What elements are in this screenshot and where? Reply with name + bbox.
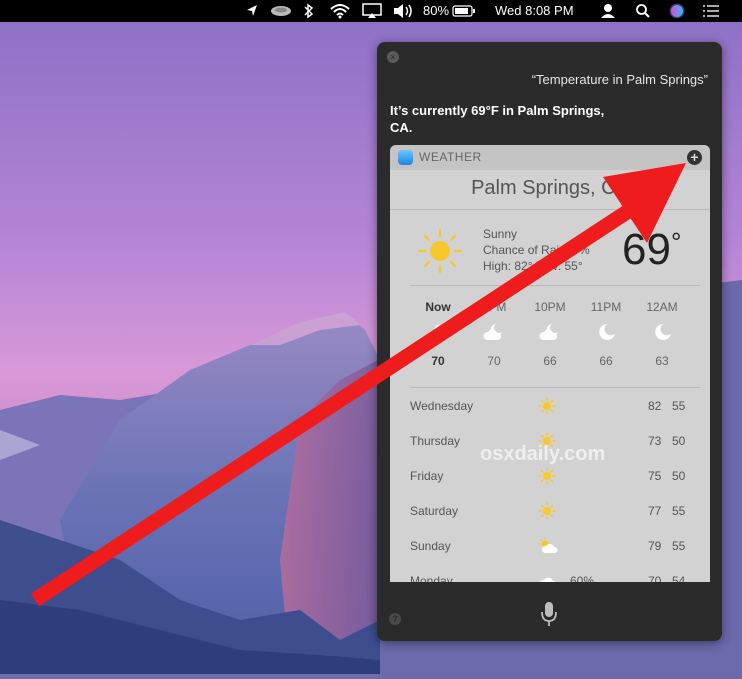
help-icon[interactable]: ? [389, 613, 401, 625]
hourly-item: 10PM 66 [522, 300, 578, 368]
clear-night-icon [578, 318, 634, 346]
user-icon[interactable] [600, 0, 616, 22]
sun-icon [538, 397, 556, 418]
siri-query: “Temperature in Palm Springs” [531, 72, 708, 87]
hourly-forecast: Now 70 9PM 70 10PM 66 11PM 66 12AM 63 [410, 300, 700, 380]
siri-footer: ? [377, 582, 722, 641]
day-name: Sunday [410, 539, 451, 553]
day-name: Friday [410, 469, 444, 483]
hour-temp: 66 [543, 354, 557, 368]
partly-cloudy-night-icon [522, 318, 578, 346]
day-high: 75 [648, 469, 662, 483]
hour-label: 11PM [590, 300, 622, 314]
weather-condition: Sunny [483, 227, 518, 241]
divider [410, 285, 700, 286]
day-low: 55 [672, 539, 686, 553]
day-low: 55 [672, 399, 686, 413]
battery-icon[interactable] [452, 0, 476, 22]
day-precip: 60% [570, 574, 595, 582]
location-arrow-icon[interactable] [245, 0, 259, 22]
weather-card-header: WEATHER + [390, 145, 710, 170]
siri-answer: It’s currently 69°F in Palm Springs, CA. [390, 103, 605, 135]
day-high: 79 [648, 539, 662, 553]
wifi-icon[interactable] [330, 0, 350, 22]
watermark: osxdaily.com [480, 443, 606, 465]
hourly-item: Now 70 [410, 300, 466, 368]
volume-icon[interactable] [392, 0, 414, 22]
daily-row: Sunday 79 55 [410, 537, 700, 557]
microphone-icon[interactable] [540, 600, 558, 633]
weather-card[interactable]: WEATHER + Palm Springs, CA Sunny Chance … [390, 145, 710, 582]
hour-temp: 70 [487, 354, 501, 368]
day-low: 50 [672, 469, 686, 483]
daily-row: Friday 75 50 [410, 467, 700, 487]
airplay-icon[interactable] [362, 0, 382, 22]
cloudy-icon [538, 572, 560, 582]
hourly-item: 11PM 66 [578, 300, 634, 368]
sun-icon [538, 467, 556, 488]
chance-of-rain: Chance of Rain: 0% [483, 243, 590, 257]
daily-row: Monday 60% 70 54 [410, 572, 700, 582]
day-high: 82 [648, 399, 662, 413]
day-low: 55 [672, 504, 686, 518]
disk-icon[interactable] [270, 0, 292, 22]
sun-icon [416, 227, 464, 280]
weather-app-name: WEATHER [419, 150, 482, 164]
daily-row: Saturday 77 55 [410, 502, 700, 522]
divider [390, 209, 710, 210]
current-temperature: 69° [622, 225, 682, 274]
siri-panel: × “Temperature in Palm Springs” It’s cur… [377, 42, 722, 641]
divider [410, 387, 700, 388]
day-low: 54 [672, 574, 686, 582]
daily-row: Wednesday 82 55 [410, 397, 700, 417]
day-name: Monday [410, 574, 453, 582]
spotlight-search-icon[interactable] [635, 0, 651, 22]
hour-temp: 63 [655, 354, 669, 368]
day-high: 77 [648, 504, 662, 518]
bluetooth-icon[interactable] [303, 0, 315, 22]
hour-label: 12AM [646, 300, 678, 314]
day-name: Wednesday [410, 399, 474, 413]
weather-city: Palm Springs, CA [471, 177, 629, 199]
hour-temp: 66 [599, 354, 613, 368]
hourly-item: 12AM 63 [634, 300, 690, 368]
hour-label: 10PM [534, 300, 566, 314]
close-button[interactable]: × [387, 51, 399, 63]
hour-label: Now [425, 300, 451, 314]
siri-icon[interactable] [668, 0, 686, 22]
high-low: High: 82° Low: 55° [483, 259, 583, 273]
partly-cloudy-icon [538, 537, 560, 558]
hour-label: 9PM [481, 300, 507, 314]
day-high: 70 [648, 574, 662, 582]
hour-temp: 70 [431, 354, 445, 368]
menu-clock[interactable]: Wed 8:08 PM [495, 0, 574, 22]
weather-condition-block: Sunny Chance of Rain: 0% High: 82° Low: … [483, 226, 590, 274]
sun-icon [538, 502, 556, 523]
menu-bar: 80% Wed 8:08 PM [0, 0, 742, 22]
clear-night-icon [634, 318, 690, 346]
hourly-item: 9PM 70 [466, 300, 522, 368]
notification-center-icon[interactable] [702, 0, 720, 22]
partly-cloudy-night-icon [410, 318, 466, 346]
day-high: 73 [648, 434, 662, 448]
partly-cloudy-night-icon [466, 318, 522, 346]
add-to-notification-center-button[interactable]: + [687, 150, 702, 165]
day-name: Thursday [410, 434, 461, 448]
day-low: 50 [672, 434, 686, 448]
battery-percent[interactable]: 80% [423, 0, 449, 22]
weather-app-icon [398, 150, 413, 165]
day-name: Saturday [410, 504, 459, 518]
